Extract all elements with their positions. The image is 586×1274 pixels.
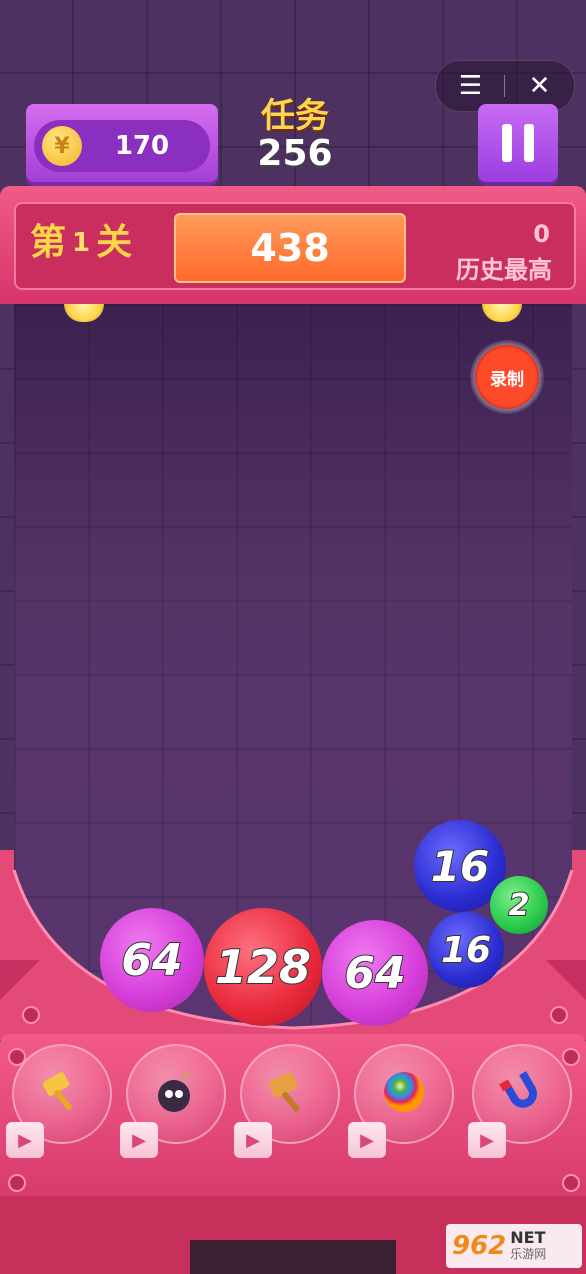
task-target: 256 — [257, 133, 333, 174]
ball-2: 2 — [490, 876, 548, 934]
ball-16: 16 — [428, 912, 504, 988]
record-button[interactable]: 录制 — [470, 340, 544, 414]
ball-64: 64 — [322, 920, 428, 1026]
rainbow-ball-icon — [380, 1068, 428, 1116]
level-suffix: 关 — [96, 222, 133, 263]
pause-button[interactable] — [478, 104, 558, 182]
task-title: 任务 — [261, 96, 329, 136]
hammer-icon — [38, 1068, 86, 1116]
watermark-logo: 962 NET 乐游网 — [446, 1224, 582, 1268]
coin-panel: ¥ 170 — [26, 104, 218, 182]
coin-icon: ¥ — [42, 126, 82, 166]
video-reward-button[interactable]: ▶ — [348, 1122, 386, 1158]
menu-icon: ☰ — [458, 71, 483, 101]
pause-icon — [502, 124, 512, 162]
coin-counter: ¥ 170 — [34, 120, 210, 172]
ball-128: 128 — [204, 908, 322, 1026]
video-reward-button[interactable]: ▶ — [6, 1122, 44, 1158]
watermark-cn: 乐游网 — [510, 1247, 547, 1261]
coin-value: 170 — [114, 131, 170, 161]
level-prefix: 第 — [30, 222, 67, 263]
current-score: 438 — [174, 213, 406, 283]
ball-64: 64 — [100, 908, 204, 1012]
watermark-text: NET 乐游网 — [510, 1230, 546, 1262]
bomb-icon — [152, 1068, 200, 1116]
video-reward-button[interactable]: ▶ — [468, 1122, 506, 1158]
close-icon: ✕ — [528, 71, 551, 101]
magnet-icon — [498, 1068, 546, 1116]
best-score-label: 历史最高 — [456, 256, 552, 284]
watermark-number: 962 — [452, 1231, 507, 1261]
screw-icon — [562, 1174, 580, 1192]
level-label: 第 1 关 — [30, 218, 132, 268]
screw-icon — [562, 1048, 580, 1066]
tray-foot — [190, 1240, 396, 1274]
screw-icon — [22, 1006, 40, 1024]
best-score-value: 0 — [533, 220, 550, 248]
mallet-icon — [266, 1068, 314, 1116]
watermark-net: NET — [510, 1228, 546, 1247]
screw-icon — [8, 1174, 26, 1192]
pause-icon — [524, 124, 534, 162]
screw-icon — [550, 1006, 568, 1024]
video-reward-button[interactable]: ▶ — [120, 1122, 158, 1158]
level-number: 1 — [72, 228, 91, 258]
video-reward-button[interactable]: ▶ — [234, 1122, 272, 1158]
